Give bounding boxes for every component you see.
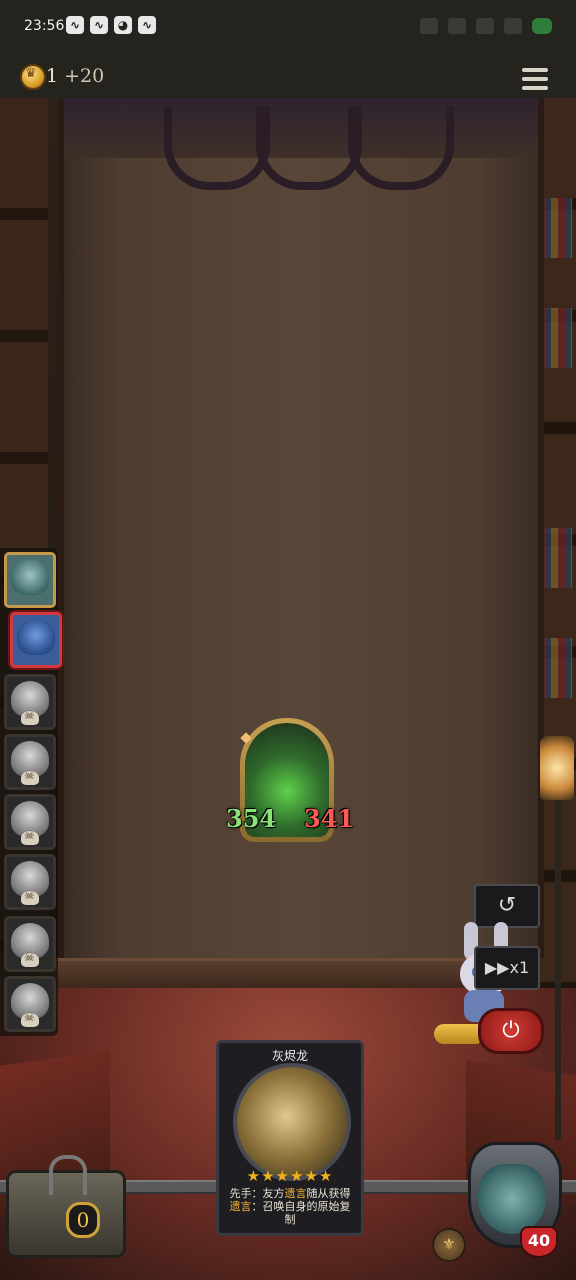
chest-count: 0 [66,1202,100,1238]
minion-health: 341 [304,804,355,836]
lamp-post [555,800,561,1140]
notification-icons: ∿ ∿ ◕ ∿ [66,16,156,34]
minion-attack: 354 [226,804,277,836]
hero-health: 40 [520,1226,558,1258]
signal-icon [448,18,466,34]
skull-icon [21,950,39,967]
notification-icon: ∿ [138,16,156,34]
card-description: 先手：友方遗言随从获得遗言：召唤自身的原始复制 [229,1187,351,1226]
card-name: 灰烬龙 [271,1049,308,1063]
top-bar: 1 +20 [0,56,576,100]
roster-slot-eliminated[interactable] [4,976,56,1032]
opponent-roster [0,548,62,1036]
currency-value: 1 [46,65,59,87]
shark-avatar [11,559,49,595]
currency-delta: +20 [64,65,105,87]
power-icon: ⏻ [502,1018,520,1043]
roster-slot-eliminated[interactable] [4,734,56,790]
notification-icon: ∿ [66,16,84,34]
roster-slot-eliminated[interactable] [4,794,56,850]
hand-card[interactable]: 灰烬龙 ★★★★★★ 先手：友方遗言随从获得遗言：召唤自身的原始复制 [216,1040,364,1236]
hero-ability-icon[interactable]: ⚜ [432,1228,466,1262]
roster-slot-eliminated[interactable] [4,674,56,730]
skull-icon [21,708,39,725]
roster-slot-eliminated[interactable] [4,916,56,972]
lamp-icon [540,736,574,800]
signal-icon [504,18,522,34]
skull-icon [21,828,39,845]
bluetooth-icon [420,18,438,34]
notification-icon: ∿ [90,16,108,34]
speed-label: ▶▶x1 [484,958,530,977]
player-hero[interactable]: 40 [462,1142,562,1258]
merfolk-avatar [17,619,55,655]
shark-hero-avatar [478,1164,546,1234]
crown-coin-icon [20,64,46,90]
wifi-icon [476,18,494,34]
trumpet-icon [434,1024,480,1044]
card-stars: ★★★★★★ [246,1167,334,1185]
skull-icon [21,1010,39,1027]
speed-button[interactable]: ▶▶x1 [474,946,540,990]
card-portrait [233,1063,351,1181]
status-bar: 23:56 ∿ ∿ ◕ ∿ [0,0,576,56]
skull-icon [21,888,39,905]
currency-display: 1 +20 [46,65,104,87]
refresh-icon: ↺ [497,893,517,918]
roster-slot-shark-pirate[interactable] [4,552,56,608]
skull-icon [21,768,39,785]
roster-slot-eliminated[interactable] [4,854,56,910]
system-icons [420,18,552,34]
roster-slot-blue-merfolk[interactable] [10,612,62,668]
wechat-icon: ◕ [114,16,132,34]
battery-icon [532,18,552,34]
clock: 23:56 [24,18,65,34]
hamburger-menu-icon[interactable] [522,68,548,92]
power-button[interactable]: ⏻ [478,1008,544,1054]
